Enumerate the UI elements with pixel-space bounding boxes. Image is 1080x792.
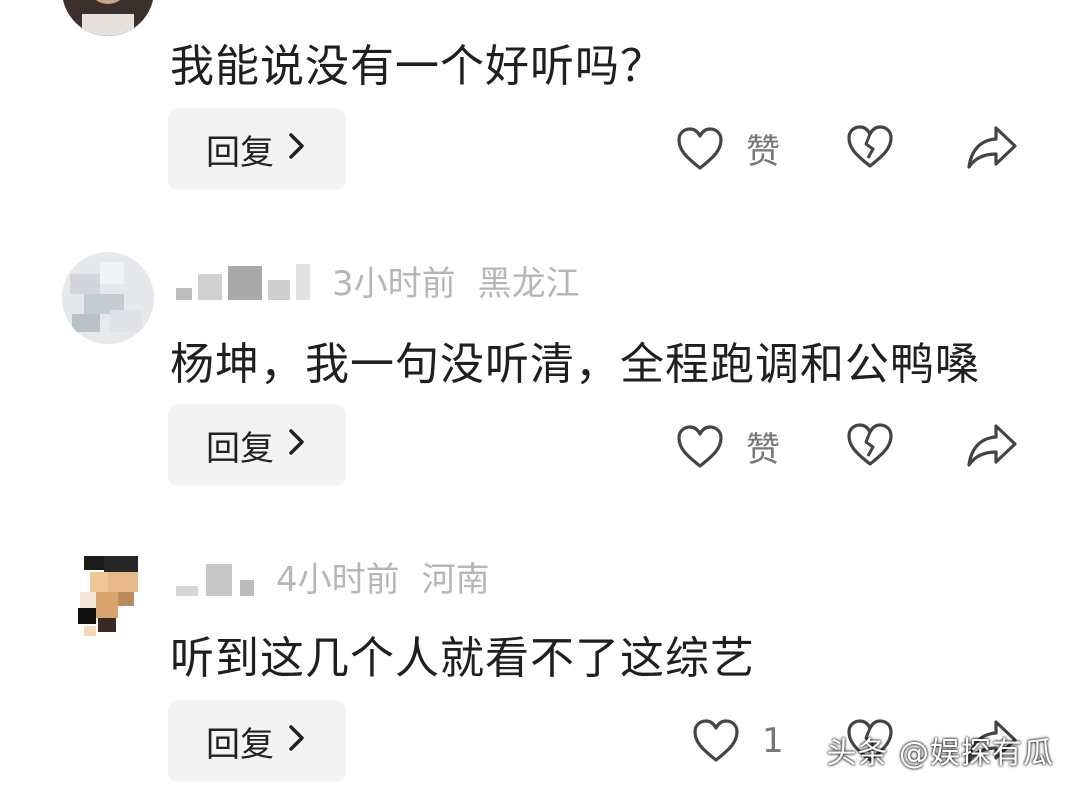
like-label: 赞 [746,132,780,172]
reply-label: 回复 [206,724,274,765]
username-blurred[interactable] [176,556,254,596]
heart-icon [676,126,724,172]
like-count: 1 [762,721,784,761]
comment-text: 杨坤，我一句没听清，全程跑调和公鸭嗓 [170,339,980,390]
avatar[interactable] [62,252,154,344]
comment-time: 4小时前 [276,559,400,600]
like-button[interactable]: 赞 [676,422,780,471]
reply-button[interactable]: 回复 [168,700,346,782]
username-blurred[interactable] [176,260,310,300]
reply-label: 回复 [206,428,274,469]
chevron-right-icon [288,129,306,169]
share-arrow-icon [966,422,1018,468]
share-button[interactable] [966,124,1018,170]
like-button[interactable]: 赞 [676,124,780,173]
comment-meta: 4小时前 河南 [176,556,490,600]
share-arrow-icon [966,124,1018,170]
comment-text: 听到这几个人就看不了这综艺 [170,633,755,684]
comment-meta: 3小时前 黑龙江 [176,260,580,304]
avatar[interactable] [70,548,146,640]
broken-heart-icon [846,422,894,468]
share-button[interactable] [966,422,1018,468]
reply-button[interactable]: 回复 [168,108,346,190]
chevron-right-icon [288,721,306,761]
heart-icon [676,424,724,470]
dislike-button[interactable] [846,422,894,468]
chevron-right-icon [288,425,306,465]
heart-icon [692,718,740,764]
reply-label: 回复 [206,132,274,173]
watermark: 头条 @娱探有瓜 [826,736,1054,771]
broken-heart-icon [846,124,894,170]
dislike-button[interactable] [846,124,894,170]
comment-time: 3小时前 [332,263,456,304]
like-label: 赞 [746,430,780,470]
comment-text: 我能说没有一个好听吗？ [170,41,665,92]
comment-location: 河南 [421,559,490,600]
avatar[interactable] [62,0,154,36]
reply-button[interactable]: 回复 [168,404,346,486]
comment-location: 黑龙江 [477,263,580,304]
like-button[interactable]: 1 [692,718,784,764]
